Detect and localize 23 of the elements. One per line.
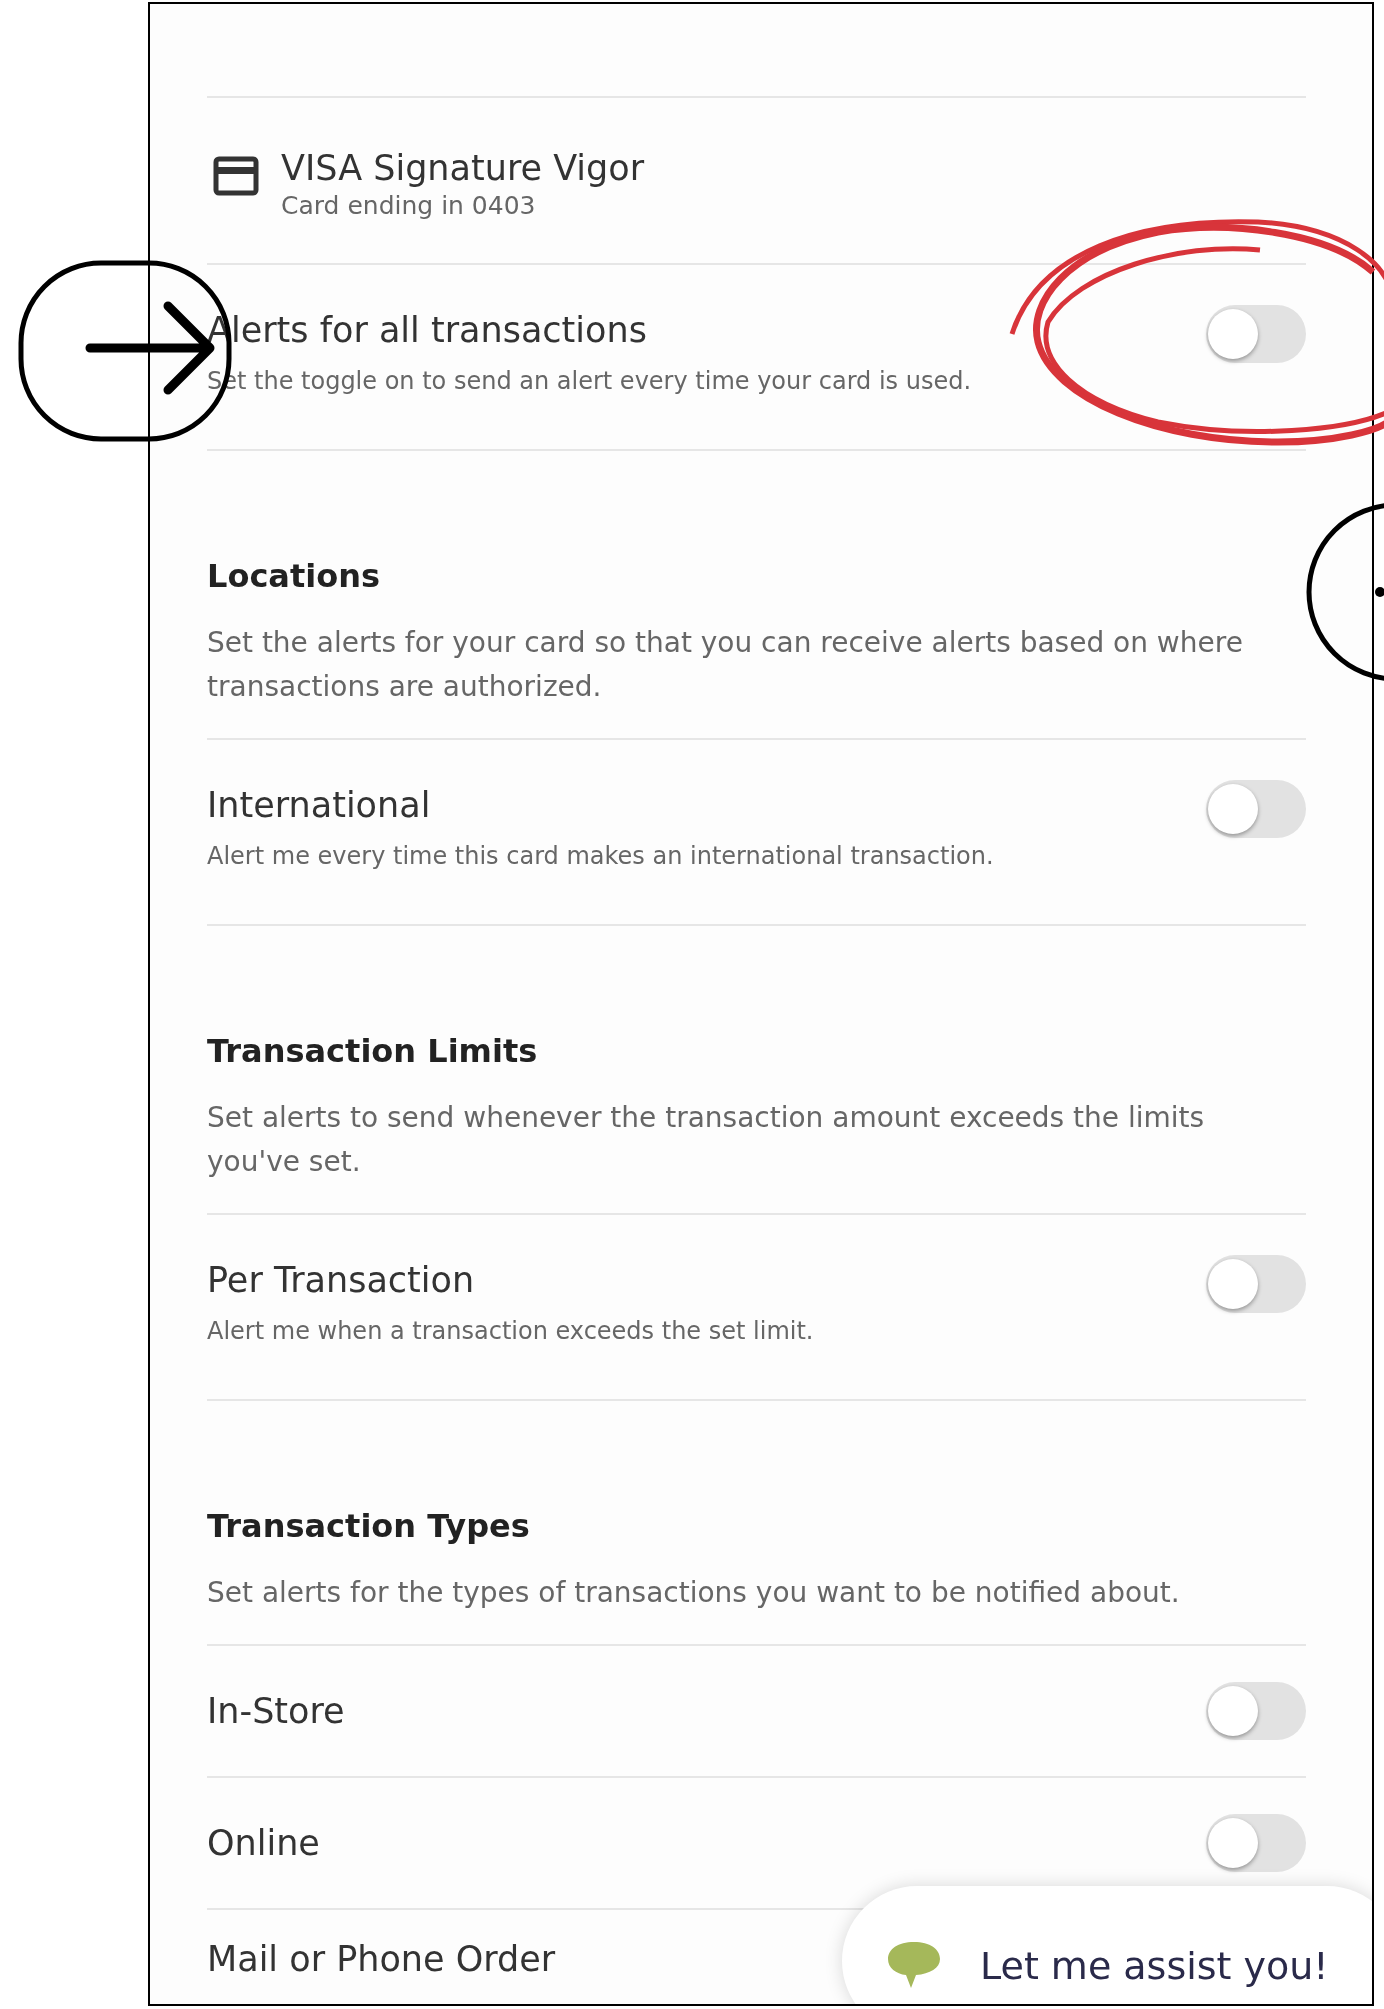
section-heading: Transaction Limits [207,1031,539,1072]
setting-label: Mail or Phone Order [207,1938,556,1981]
toggle-switch[interactable] [1206,305,1306,363]
chat-button[interactable]: Let me assist you! [842,1886,1372,2004]
section-description: Set the alerts for your card so that you can receive alerts based on where transactions are authorized. [207,625,1244,705]
card-name: VISA Signature Vigor [281,147,645,190]
toggle-switch[interactable] [1206,1682,1306,1740]
setting-label: International [207,784,432,827]
toggle-switch[interactable] [1206,780,1306,838]
section-description: Set alerts to send whenever the transaction amount exceeds the limits you've set. [207,1100,1206,1180]
toggle-switch[interactable] [1206,1814,1306,1872]
setting-label: In-Store [207,1690,345,1733]
section-heading: Locations [207,556,381,597]
section-description: Set alerts for the types of transactions you want to be notified about. [207,1575,1181,1611]
setting-label: Online [207,1822,320,1865]
setting-description: Alert me when a transaction exceeds the set limit. [207,1316,814,1347]
speech-bubble-icon [886,1940,942,1990]
section-heading: Transaction Types [207,1506,531,1547]
card-number: Card ending in 0403 [281,190,537,222]
setting-description: Alert me every time this card makes an international transaction. [207,841,994,872]
toggle-switch[interactable] [1206,1255,1306,1313]
credit-card-icon [213,156,259,196]
setting-label: Per Transaction [207,1259,476,1302]
